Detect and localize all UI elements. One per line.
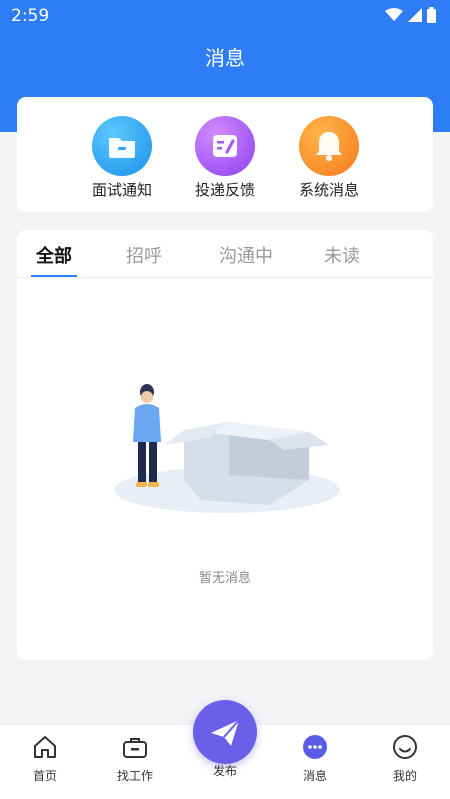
category-system-message[interactable]: 系统消息: [284, 116, 374, 200]
tab-communicating[interactable]: 沟通中: [211, 242, 281, 268]
nav-home[interactable]: 首页: [10, 733, 80, 784]
category-card: 面试通知 投递反馈 系统消息: [17, 97, 433, 212]
nav-profile[interactable]: 我的: [370, 733, 440, 784]
publish-label: 发布: [212, 764, 237, 778]
nav-find-job[interactable]: 找工作: [100, 733, 170, 784]
tab-underline: [31, 275, 77, 277]
tab-greetings[interactable]: 招呼: [114, 242, 174, 268]
category-interview-notice[interactable]: 面试通知: [77, 116, 167, 200]
nav-label: 消息: [302, 769, 327, 783]
home-icon: [34, 736, 56, 758]
category-label: 投递反馈: [194, 181, 255, 199]
nav-messages[interactable]: 消息: [280, 733, 350, 784]
empty-illustration: [114, 384, 340, 513]
nav-label: 首页: [32, 769, 57, 783]
wifi-icon: [385, 8, 403, 21]
folder-icon: [92, 116, 152, 176]
nav-label: 找工作: [116, 769, 153, 783]
status-time: 2:59: [11, 6, 50, 26]
category-label: 系统消息: [298, 181, 359, 199]
status-icons: [385, 7, 436, 23]
chat-icon: [303, 735, 327, 759]
tab-unread[interactable]: 未读: [312, 242, 372, 268]
empty-state-text: 暂无消息: [198, 571, 251, 586]
tab-all[interactable]: 全部: [24, 242, 84, 268]
signal-icon: [408, 8, 422, 22]
category-delivery-feedback[interactable]: 投递反馈: [180, 116, 270, 200]
category-label: 面试通知: [91, 181, 152, 199]
tab-bar: 全部 招呼 沟通中 未读: [17, 230, 433, 278]
publish-button[interactable]: [193, 700, 257, 764]
send-icon: [211, 719, 240, 746]
status-bar: 2:59: [0, 0, 450, 32]
edit-icon: [195, 116, 255, 176]
message-list-card: 全部 招呼 沟通中 未读 暂无消息: [17, 230, 433, 660]
page-title: 消息: [205, 46, 245, 70]
nav-label: 我的: [392, 769, 417, 783]
smile-icon: [393, 735, 417, 759]
bell-icon: [299, 116, 359, 176]
battery-icon: [427, 7, 436, 23]
briefcase-icon: [123, 738, 147, 758]
